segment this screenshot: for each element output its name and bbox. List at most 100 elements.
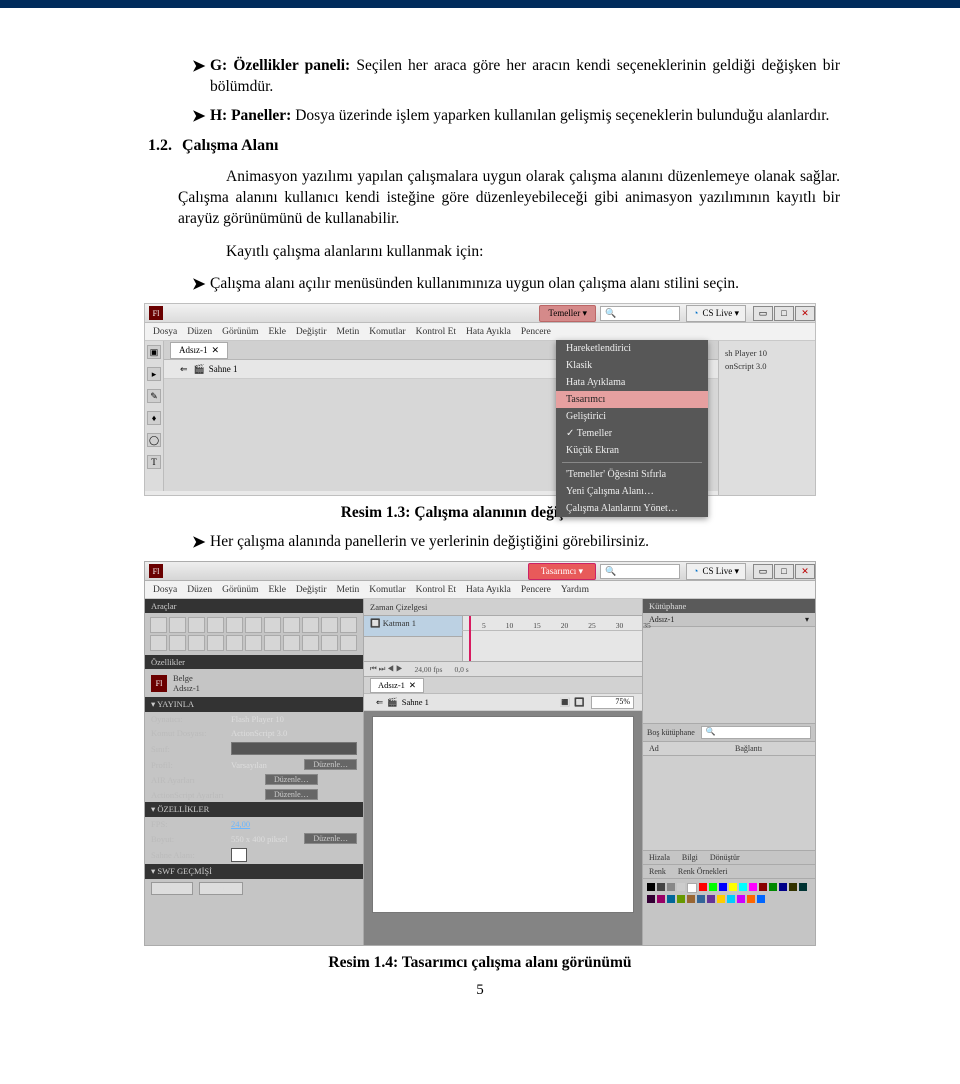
- menu-item[interactable]: Metin: [337, 327, 360, 337]
- workspace-selector[interactable]: Tasarımcı ▾: [528, 563, 596, 580]
- swatch[interactable]: [687, 895, 695, 903]
- pointer-icon[interactable]: ▸: [147, 367, 161, 381]
- tool-icon[interactable]: ▣: [147, 345, 161, 359]
- search-input[interactable]: 🔍: [600, 564, 680, 579]
- timeline-header[interactable]: Zaman Çizelgesi: [364, 599, 642, 616]
- panel-header-ozellikler[interactable]: Özellikler: [145, 655, 363, 669]
- panel-header-araclar[interactable]: Araçlar: [145, 599, 363, 613]
- tab-hizala[interactable]: Hizala: [643, 851, 676, 864]
- swatch[interactable]: [737, 895, 745, 903]
- nav-icon[interactable]: 🔳: [560, 697, 571, 708]
- swatch[interactable]: [647, 883, 655, 891]
- tool-icon[interactable]: [207, 635, 224, 651]
- document-tab[interactable]: Adsız-1 ✕: [170, 342, 228, 359]
- swatch[interactable]: [677, 883, 685, 891]
- swatch[interactable]: [747, 895, 755, 903]
- paint-icon[interactable]: ♦: [147, 411, 161, 425]
- close-button[interactable]: ✕: [795, 564, 815, 579]
- class-input[interactable]: [231, 742, 357, 755]
- menu-item[interactable]: Metin: [337, 585, 360, 595]
- tab-renk[interactable]: Renk: [643, 865, 672, 878]
- tool-icon[interactable]: [340, 635, 357, 651]
- close-button[interactable]: ✕: [795, 306, 815, 321]
- tab-donustur[interactable]: Dönüştür: [704, 851, 746, 864]
- stage-canvas[interactable]: [373, 717, 633, 912]
- swatch[interactable]: [789, 883, 797, 891]
- document-tab[interactable]: Adsız-1 ✕: [370, 678, 424, 693]
- menu-item[interactable]: Yardım: [561, 585, 589, 595]
- dropdown-option[interactable]: Yeni Çalışma Alanı…: [556, 483, 708, 500]
- menu-item[interactable]: Görünüm: [222, 327, 258, 337]
- menu-item[interactable]: Kontrol Et: [416, 585, 456, 595]
- menu-item[interactable]: Hata Ayıkla: [466, 327, 511, 337]
- swatch[interactable]: [757, 895, 765, 903]
- text-icon[interactable]: T: [147, 455, 161, 469]
- menu-item[interactable]: Düzen: [187, 585, 212, 595]
- temizle-button[interactable]: Temizle: [199, 882, 243, 895]
- tool-icon[interactable]: [340, 617, 357, 633]
- swatch[interactable]: [687, 883, 697, 893]
- panel-header-kutuphane[interactable]: Kütüphane: [643, 599, 815, 613]
- zoom-icon[interactable]: ◯: [147, 433, 161, 447]
- tool-icon[interactable]: [302, 635, 319, 651]
- lasso-icon[interactable]: ✎: [147, 389, 161, 403]
- maximize-button[interactable]: □: [774, 564, 794, 579]
- search-input[interactable]: 🔍: [600, 306, 680, 321]
- swatch[interactable]: [699, 883, 707, 891]
- swatch[interactable]: [647, 895, 655, 903]
- panel-header-swf[interactable]: SWF GEÇMİŞİ: [145, 864, 363, 879]
- menu-item[interactable]: Dosya: [153, 327, 177, 337]
- swatch[interactable]: [799, 883, 807, 891]
- menu-item[interactable]: Görünüm: [222, 585, 258, 595]
- swatch[interactable]: [709, 883, 717, 891]
- tool-icon[interactable]: [321, 635, 338, 651]
- tool-icon[interactable]: [169, 617, 186, 633]
- tab-ornekler[interactable]: Renk Örnekleri: [672, 865, 734, 878]
- menu-item[interactable]: Değiştir: [296, 327, 327, 337]
- menu-item[interactable]: Ekle: [269, 585, 286, 595]
- dropdown-option[interactable]: Klasik: [556, 357, 708, 374]
- tool-icon[interactable]: [226, 617, 243, 633]
- tool-icon[interactable]: [226, 635, 243, 651]
- menu-item[interactable]: Dosya: [153, 585, 177, 595]
- dropdown-option-highlighted[interactable]: Tasarımcı: [556, 391, 708, 408]
- duzenle-button[interactable]: Düzenle…: [304, 759, 357, 770]
- swatch[interactable]: [729, 883, 737, 891]
- dropdown-option[interactable]: Hata Ayıklama: [556, 374, 708, 391]
- menu-item[interactable]: Kontrol Et: [416, 327, 456, 337]
- swatch[interactable]: [667, 883, 675, 891]
- tool-icon[interactable]: [188, 635, 205, 651]
- tool-icon[interactable]: [150, 617, 167, 633]
- swatch[interactable]: [707, 895, 715, 903]
- dropdown-option[interactable]: Küçük Ekran: [556, 442, 708, 459]
- library-doc-selector[interactable]: Adsız-1▾: [643, 613, 815, 627]
- swatch[interactable]: [769, 883, 777, 891]
- tool-icon[interactable]: [321, 617, 338, 633]
- dropdown-option[interactable]: Çalışma Alanlarını Yönet…: [556, 500, 708, 517]
- dropdown-option[interactable]: 'Temeller' Öğesini Sıfırla: [556, 466, 708, 483]
- tool-icon[interactable]: [302, 617, 319, 633]
- panel-header-ozel[interactable]: ÖZELLİKLER: [145, 802, 363, 817]
- tool-icon[interactable]: [264, 617, 281, 633]
- swatch[interactable]: [719, 883, 727, 891]
- tool-icon[interactable]: [264, 635, 281, 651]
- tool-icon[interactable]: [245, 617, 262, 633]
- tool-icon[interactable]: [245, 635, 262, 651]
- dropdown-option-checked[interactable]: Temeller: [556, 425, 708, 442]
- tool-icon[interactable]: [283, 635, 300, 651]
- swatch[interactable]: [657, 883, 665, 891]
- dropdown-option[interactable]: Geliştirici: [556, 408, 708, 425]
- swatch[interactable]: [717, 895, 725, 903]
- timeline[interactable]: 🔲 Katman 1 5101520253035 ⏮ ⏭ ◀ ▶ 24,00 f…: [364, 616, 642, 677]
- col-baglanti[interactable]: Bağlantı: [729, 742, 815, 755]
- menu-item[interactable]: Değiştir: [296, 585, 327, 595]
- workspace-selector[interactable]: Temeller ▾: [539, 305, 596, 322]
- menu-item[interactable]: Ekle: [269, 327, 286, 337]
- tool-icon[interactable]: [188, 617, 205, 633]
- minimize-button[interactable]: ▭: [753, 306, 773, 321]
- fps-value[interactable]: 24,00: [231, 819, 357, 829]
- scene-back-icon[interactable]: ⇐: [180, 364, 188, 375]
- cslive-button[interactable]: ◔CS Live ▾: [686, 563, 746, 580]
- close-tab-icon[interactable]: ✕: [212, 345, 220, 356]
- minimize-button[interactable]: ▭: [753, 564, 773, 579]
